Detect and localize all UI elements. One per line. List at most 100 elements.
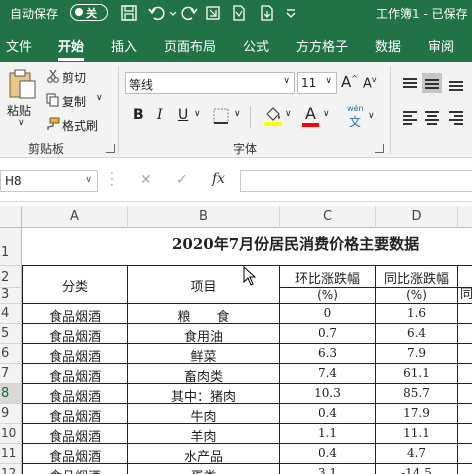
phonetic-guide-icon[interactable]: 文 [349,113,361,130]
header-mom[interactable]: 环比涨跌幅 [280,266,376,288]
next-header-partial[interactable]: 同 [458,288,472,304]
cell-mom[interactable]: 0 [280,304,376,324]
row-header-3[interactable]: 3 [0,288,22,304]
header-item[interactable]: 项目 [128,266,280,304]
cell-e[interactable] [458,464,472,474]
copy-dropdown-icon[interactable]: ∨ [96,93,103,103]
cell-item[interactable]: 蛋类 [128,464,280,474]
cell-category[interactable]: 食品烟酒 [22,364,128,384]
cell-item[interactable]: 食用油 [128,324,280,344]
cell-yoy[interactable]: 17.9 [376,404,458,424]
document-icon[interactable] [230,4,248,22]
format-painter-icon[interactable] [44,117,60,131]
cell-yoy[interactable]: 6.4 [376,324,458,344]
insert-function-button[interactable]: fx [212,171,225,187]
header-yoy[interactable]: 同比涨跌幅 [376,266,458,288]
row-header-1[interactable]: 1 [0,228,22,266]
cell-mom[interactable]: 7.4 [280,364,376,384]
cell-category[interactable]: 食品烟酒 [22,404,128,424]
column-header-c[interactable]: C [280,206,376,228]
row-header-8[interactable]: 8 [0,384,22,404]
cell-e[interactable] [458,424,472,444]
cell-yoy[interactable]: 4.7 [376,444,458,464]
cell-item[interactable]: 鲜菜 [128,344,280,364]
cell-item[interactable]: 水产品 [128,444,280,464]
tab-home[interactable]: 开始 [58,36,85,61]
export-icon[interactable] [258,4,276,22]
customize-qat-icon[interactable] [284,4,298,22]
align-right-icon[interactable] [446,107,466,127]
row-header-9[interactable]: 9 [0,404,22,424]
row-header-5[interactable]: 5 [0,324,22,344]
cell-mom[interactable]: 10.3 [280,384,376,404]
cell-mom[interactable]: 0.4 [280,404,376,424]
clipboard-launcher-icon[interactable] [106,144,115,153]
font-name-select[interactable]: 等线 ∨ [125,72,295,94]
cell-e[interactable] [458,384,472,404]
row-header-6[interactable]: 6 [0,344,22,364]
enter-icon[interactable]: ✓ [176,172,188,188]
cell-e[interactable] [458,304,472,324]
copy-button[interactable]: 复制 [62,93,86,110]
autosave-toggle[interactable]: 关 [70,4,108,21]
cell-category[interactable]: 食品烟酒 [22,304,128,324]
border-icon[interactable] [213,108,229,124]
column-header-e[interactable] [458,206,472,228]
formula-input[interactable] [240,170,472,192]
save-icon[interactable] [120,4,138,22]
font-size-select[interactable]: 11 ∨ [297,72,337,94]
redo-icon[interactable] [180,4,198,22]
cell-mom[interactable]: 6.3 [280,344,376,364]
cell-item[interactable]: 羊肉 [128,424,280,444]
cell-item[interactable]: 牛肉 [128,404,280,424]
undo-dropdown-icon[interactable] [168,4,178,22]
paste-button[interactable]: 粘贴 ∨ [4,66,40,132]
align-center-icon[interactable] [422,107,442,127]
cell-e[interactable] [458,444,472,464]
underline-dropdown-icon[interactable]: ∨ [194,109,201,119]
column-header-b[interactable]: B [128,206,280,228]
cell-yoy[interactable]: 11.1 [376,424,458,444]
undo-icon[interactable] [148,4,166,22]
cell-yoy[interactable]: 7.9 [376,344,458,364]
sheet-title[interactable]: 2020年7月份居民消费价格主要数据 [172,233,419,254]
italic-icon[interactable]: I [157,107,163,123]
increase-font-size-icon[interactable]: A^ [341,73,358,91]
cell-mom[interactable]: 0.4 [280,444,376,464]
align-bottom-icon[interactable] [446,73,466,93]
phonetic-dropdown-icon[interactable]: ∨ [368,111,375,121]
cell-category[interactable]: 食品烟酒 [22,444,128,464]
align-middle-icon[interactable] [422,73,442,93]
row-header-10[interactable]: 10 [0,424,22,444]
cell-category[interactable]: 食品烟酒 [22,464,128,474]
tab-formulas[interactable]: 公式 [243,36,269,55]
column-header-d[interactable]: D [376,206,458,228]
cut-icon[interactable] [46,69,60,83]
tab-fangfang[interactable]: 方方格子 [296,36,348,55]
worksheet-grid[interactable]: A B C D 1 2 3 4 5 6 7 8 9 10 11 12 2020年… [0,206,472,474]
open-icon[interactable] [204,4,222,22]
tab-data[interactable]: 数据 [375,36,401,55]
name-box[interactable]: H8 ∨ [0,170,98,192]
bold-icon[interactable]: B [133,107,144,123]
cell-category[interactable]: 食品烟酒 [22,344,128,364]
underline-icon[interactable]: U [178,107,188,123]
cell-item[interactable]: 其中：猪肉 [128,384,280,404]
tab-page-layout[interactable]: 页面布局 [164,36,216,55]
column-header-a[interactable]: A [22,206,128,228]
cell-yoy[interactable]: -14.5 [376,464,458,474]
row-header-7[interactable]: 7 [0,364,22,384]
cell-category[interactable]: 食品烟酒 [22,324,128,344]
cell-category[interactable]: 食品烟酒 [22,384,128,404]
cell-e[interactable] [458,324,472,344]
font-color-dropdown-icon[interactable]: ∨ [323,109,330,119]
cell-yoy[interactable]: 1.6 [376,304,458,324]
border-dropdown-icon[interactable]: ∨ [234,109,241,119]
cell-item[interactable]: 畜肉类 [128,364,280,384]
cell-mom[interactable]: 1.1 [280,424,376,444]
cell-e[interactable] [458,404,472,424]
tab-file[interactable]: 文件 [6,36,32,55]
cell-e[interactable] [458,344,472,364]
fill-color-dropdown-icon[interactable]: ∨ [285,109,292,119]
decrease-font-size-icon[interactable]: Av [363,75,377,91]
